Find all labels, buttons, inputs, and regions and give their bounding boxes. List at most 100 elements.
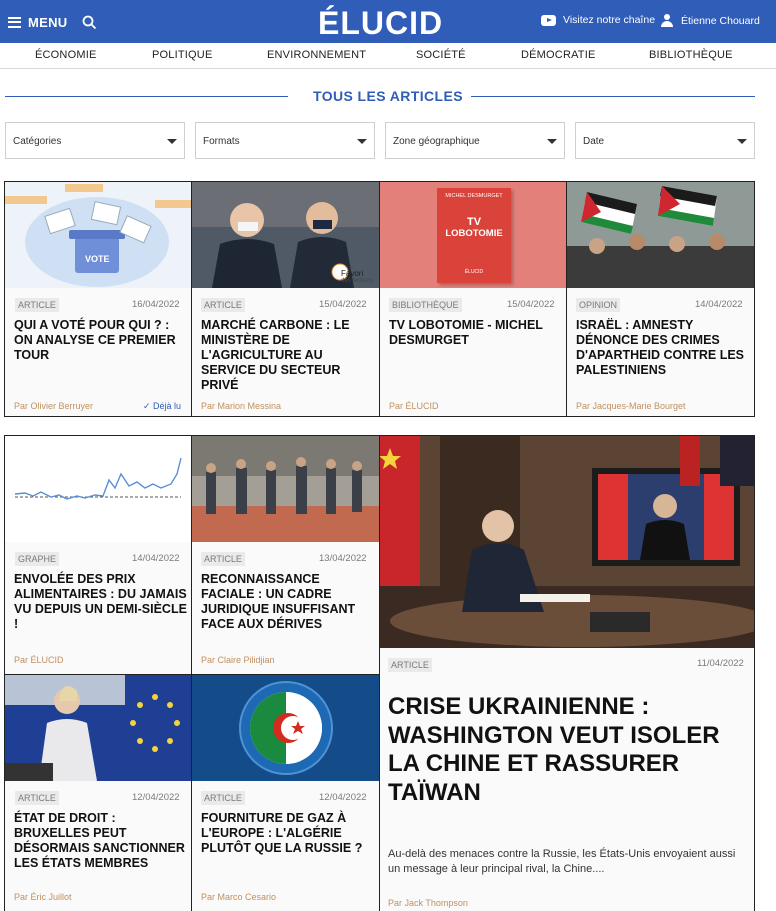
article-card[interactable]: ARTICLE 12/04/2022 ÉTAT DE DROIT : BRUXE… (4, 674, 192, 911)
featured-image (380, 436, 754, 648)
reader-favorite-sublabel: des lecteurs (341, 278, 374, 284)
menu-label: MENU (28, 14, 68, 30)
caret-down-icon (737, 139, 747, 144)
category-badge: ARTICLE (15, 791, 59, 805)
article-author[interactable]: Par Olivier Berruyer (14, 401, 93, 411)
user-account[interactable]: Étienne Chouard (661, 14, 760, 27)
article-author[interactable]: Par ÉLUCID (14, 655, 64, 665)
article-image-vote: VOTE (5, 182, 191, 288)
article-image-protest (567, 182, 754, 288)
filter-categories-label: Catégories (13, 136, 62, 147)
nav-item-economie[interactable]: ÉCONOMIE (35, 49, 97, 61)
filter-date-label: Date (583, 136, 605, 147)
article-image-book: MICHEL DESMURGET TV LOBOTOMIE ÉLUCID (380, 182, 566, 288)
article-date: 11/04/2022 (697, 658, 744, 669)
menu-button[interactable]: MENU (8, 12, 67, 32)
caret-down-icon (167, 139, 177, 144)
book-title-line-1: TV (466, 216, 482, 228)
article-title[interactable]: ISRAËL : AMNESTY DÉNONCE DES CRIMES D'AP… (576, 318, 751, 378)
article-date: 12/04/2022 (319, 792, 367, 803)
article-date: 13/04/2022 (319, 553, 367, 564)
already-read-badge: ✓ Déjà lu (143, 401, 182, 411)
channel-link-label: Visitez notre chaîne (563, 14, 656, 26)
article-date: 15/04/2022 (507, 299, 555, 310)
caret-down-icon (357, 139, 367, 144)
category-badge: ARTICLE (388, 658, 432, 672)
search-icon[interactable] (82, 15, 97, 30)
book-title-line-2: LOBOTOMIE (445, 228, 503, 239)
street-photo (192, 436, 379, 542)
user-icon (661, 14, 673, 27)
article-author[interactable]: Par Marion Messina (201, 401, 281, 411)
article-title[interactable]: FOURNITURE DE GAZ À L'EUROPE : L'ALGÉRIE… (201, 811, 376, 856)
filter-zone[interactable]: Zone géographique (385, 122, 565, 159)
divider-right (471, 96, 755, 97)
user-name: Étienne Chouard (681, 14, 760, 27)
article-image-street (192, 436, 379, 542)
nav-item-democratie[interactable]: DÉMOCRATIE (521, 49, 596, 61)
book-cover: MICHEL DESMURGET TV LOBOTOMIE ÉLUCID (437, 188, 511, 283)
article-author[interactable]: Par Jacques-Marie Bourget (576, 401, 686, 411)
site-logo[interactable]: ÉLUCID (318, 5, 443, 42)
article-title[interactable]: ÉTAT DE DROIT : BRUXELLES PEUT DÉSORMAIS… (14, 811, 188, 871)
category-badge: ARTICLE (201, 298, 245, 312)
article-date: 15/04/2022 (319, 299, 367, 310)
channel-link[interactable]: Visitez notre chaîne (541, 14, 655, 26)
nav-item-bibliotheque[interactable]: BIBLIOTHÈQUE (649, 49, 733, 61)
article-title[interactable]: ENVOLÉE DES PRIX ALIMENTAIRES : DU JAMAI… (14, 572, 188, 632)
filter-formats-label: Formats (203, 136, 240, 147)
article-card[interactable]: ARTICLE 13/04/2022 RECONNAISSANCE FACIAL… (191, 435, 380, 675)
article-image-graph (5, 436, 191, 542)
featured-article-card[interactable]: ARTICLE 11/04/2022 CRISE UKRAINIENNE : W… (379, 435, 755, 911)
svg-text:VOTE: VOTE (85, 254, 110, 264)
article-card[interactable]: VOTE ARTICLE 16/04/2022 QUI A VOTÉ POUR … (4, 181, 192, 417)
top-bar: MENU ÉLUCID Visitez notre chaîne Étienne… (0, 0, 776, 43)
article-date: 16/04/2022 (132, 299, 180, 310)
protest-photo (567, 182, 754, 288)
article-author[interactable]: Par ÉLUCID (389, 401, 439, 411)
category-badge: GRAPHE (15, 552, 60, 566)
article-date: 14/04/2022 (695, 299, 743, 310)
article-card[interactable]: MICHEL DESMURGET TV LOBOTOMIE ÉLUCID BIB… (379, 181, 567, 417)
article-title[interactable]: QUI A VOTÉ POUR QUI ? : ON ANALYSE CE PR… (14, 318, 188, 363)
price-graph-thumbnail (14, 457, 182, 500)
featured-excerpt: Au-delà des menaces contre la Russie, le… (388, 848, 736, 875)
book-author: MICHEL DESMURGET (445, 193, 503, 199)
article-card[interactable]: Favori des lecteurs ARTICLE 15/04/2022 M… (191, 181, 380, 417)
article-image-algeria (192, 675, 379, 781)
filter-date[interactable]: Date (575, 122, 755, 159)
article-author[interactable]: Par Marco Cesario (201, 892, 276, 902)
article-card[interactable]: GRAPHE 14/04/2022 ENVOLÉE DES PRIX ALIME… (4, 435, 192, 675)
filter-formats[interactable]: Formats (195, 122, 375, 159)
article-date: 12/04/2022 (132, 792, 180, 803)
article-title[interactable]: MARCHÉ CARBONE : LE MINISTÈRE DE L'AGRIC… (201, 318, 376, 393)
category-badge: BIBLIOTHÈQUE (389, 298, 462, 312)
category-nav: ÉCONOMIE POLITIQUE ENVIRONNEMENT SOCIÉTÉ… (0, 43, 776, 69)
article-author[interactable]: Par Jack Thompson (388, 898, 468, 908)
book-publisher: ÉLUCID (464, 269, 484, 275)
filter-categories[interactable]: Catégories (5, 122, 185, 159)
youtube-icon (541, 14, 556, 26)
menu-icon (8, 16, 21, 28)
nav-item-societe[interactable]: SOCIÉTÉ (416, 49, 466, 61)
category-badge: ARTICLE (201, 552, 245, 566)
article-author[interactable]: Par Éric Juillot (14, 892, 72, 902)
article-card[interactable]: ARTICLE 12/04/2022 FOURNITURE DE GAZ À L… (191, 674, 380, 911)
nav-item-politique[interactable]: POLITIQUE (152, 49, 212, 61)
algeria-flag-illustration (192, 675, 379, 781)
nav-item-environnement[interactable]: ENVIRONNEMENT (267, 49, 366, 61)
caret-down-icon (547, 139, 557, 144)
filter-zone-label: Zone géographique (393, 136, 480, 147)
featured-title[interactable]: CRISE UKRAINIENNE : WASHINGTON VEUT ISOL… (388, 693, 748, 807)
article-author[interactable]: Par Claire Pilidjian (201, 655, 275, 665)
vote-illustration: VOTE (5, 184, 191, 287)
article-card[interactable]: OPINION 14/04/2022 ISRAËL : AMNESTY DÉNO… (566, 181, 755, 417)
category-badge: ARTICLE (201, 791, 245, 805)
article-title[interactable]: TV LOBOTOMIE - MICHEL DESMURGET (389, 318, 563, 348)
category-badge: ARTICLE (15, 298, 59, 312)
featured-photo (380, 436, 754, 648)
eu-commission-photo (5, 675, 191, 781)
article-title[interactable]: RECONNAISSANCE FACIALE : UN CADRE JURIDI… (201, 572, 376, 632)
reader-favorite-label: Favori (341, 269, 364, 278)
category-badge: OPINION (576, 298, 621, 312)
